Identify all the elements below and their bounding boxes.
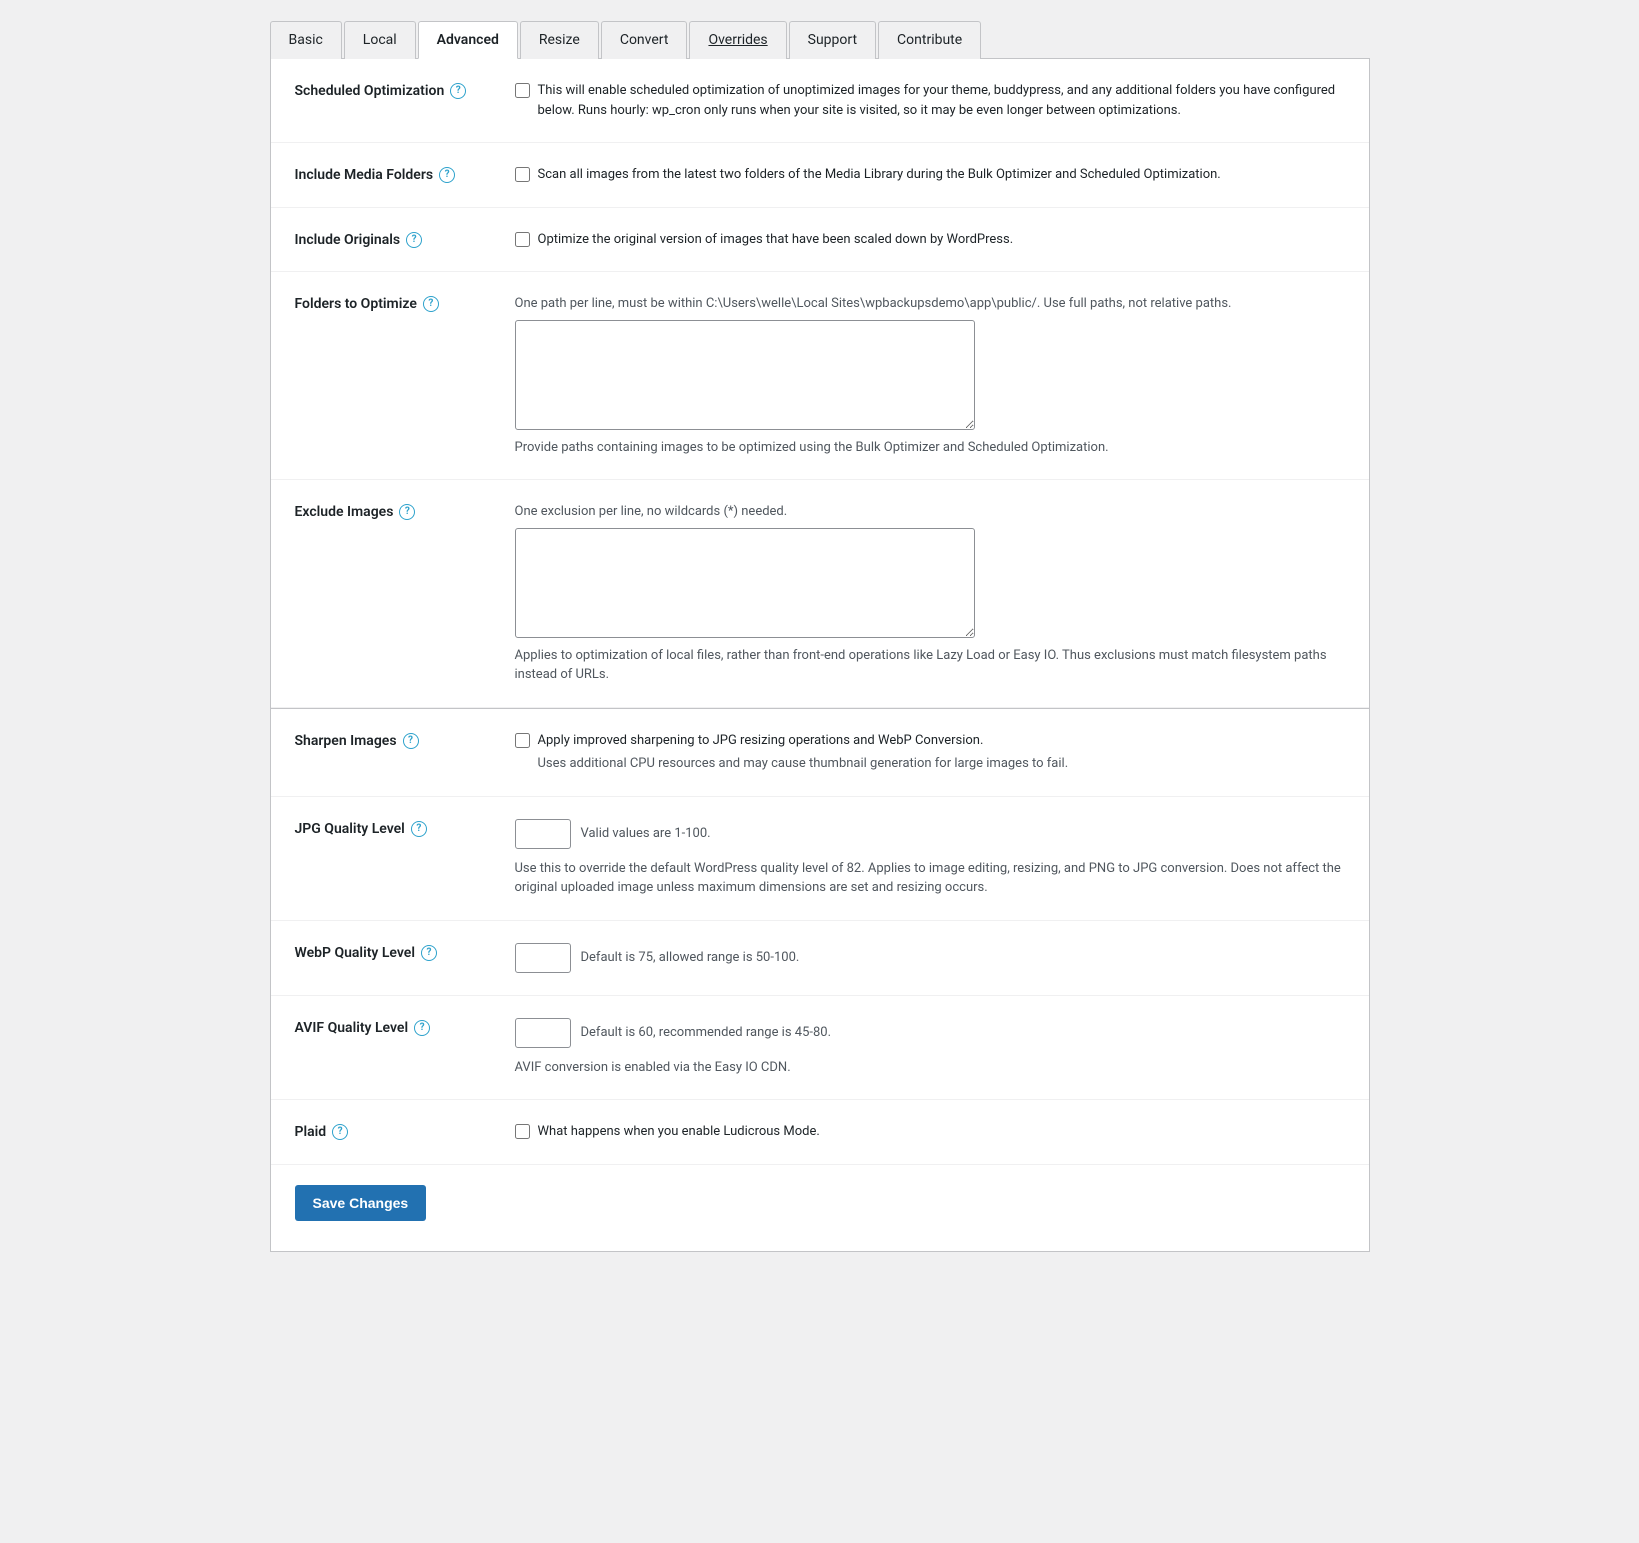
hint-jpg: Valid values are 1-100. — [581, 824, 711, 844]
content-webp: Default is 75, allowed range is 50-100. — [515, 943, 1345, 973]
help-icon-sharpen[interactable]: ? — [403, 733, 419, 749]
help-icon-exclude[interactable]: ? — [399, 504, 415, 520]
row-webp-quality: WebP Quality Level ? Default is 75, allo… — [271, 921, 1369, 996]
content-jpg: Valid values are 1-100. Use this to over… — [515, 819, 1345, 898]
tab-basic[interactable]: Basic — [270, 21, 342, 59]
content-plaid: What happens when you enable Ludicrous M… — [515, 1122, 1345, 1142]
label-plaid: Plaid ? — [295, 1122, 515, 1140]
hint-folders: One path per line, must be within C:\Use… — [515, 294, 1345, 314]
help-icon-jpg[interactable]: ? — [411, 821, 427, 837]
label-text-jpg: JPG Quality Level — [295, 821, 405, 837]
checkbox-row-plaid: What happens when you enable Ludicrous M… — [515, 1122, 1345, 1142]
row-plaid: Plaid ? What happens when you enable Lud… — [271, 1100, 1369, 1165]
label-text-sharpen: Sharpen Images — [295, 733, 397, 749]
row-folders-to-optimize: Folders to Optimize ? One path per line,… — [271, 272, 1369, 480]
label-text-folders: Folders to Optimize — [295, 296, 417, 312]
content-include-media: Scan all images from the latest two fold… — [515, 165, 1345, 185]
save-button[interactable]: Save Changes — [295, 1185, 427, 1221]
checkbox-row-sharpen: Apply improved sharpening to JPG resizin… — [515, 731, 1345, 751]
tab-resize[interactable]: Resize — [520, 21, 599, 59]
quality-row-webp: Default is 75, allowed range is 50-100. — [515, 943, 1345, 973]
tab-advanced[interactable]: Advanced — [418, 21, 518, 59]
quality-wrap-jpg: Valid values are 1-100. Use this to over… — [515, 819, 1345, 898]
desc-scheduled: This will enable scheduled optimization … — [538, 81, 1345, 120]
content-sharpen: Apply improved sharpening to JPG resizin… — [515, 731, 1345, 774]
label-text-exclude: Exclude Images — [295, 504, 394, 520]
tab-support[interactable]: Support — [789, 21, 876, 59]
desc-jpg: Use this to override the default WordPre… — [515, 859, 1345, 898]
footer-folders: Provide paths containing images to be op… — [515, 438, 1345, 458]
help-icon-include-media[interactable]: ? — [439, 167, 455, 183]
label-jpg-quality: JPG Quality Level ? — [295, 819, 515, 837]
help-icon-include-originals[interactable]: ? — [406, 232, 422, 248]
input-webp-quality[interactable] — [515, 943, 571, 973]
footer-row: Save Changes — [271, 1165, 1369, 1251]
tab-contribute[interactable]: Contribute — [878, 21, 981, 59]
quality-wrap-avif: Default is 60, recommended range is 45-8… — [515, 1018, 1345, 1078]
quality-row-jpg: Valid values are 1-100. — [515, 819, 711, 849]
label-text-scheduled: Scheduled Optimization — [295, 83, 445, 99]
label-include-media: Include Media Folders ? — [295, 165, 515, 183]
hint-avif: Default is 60, recommended range is 45-8… — [581, 1023, 832, 1043]
content-scheduled: This will enable scheduled optimization … — [515, 81, 1345, 120]
label-text-webp: WebP Quality Level — [295, 945, 415, 961]
input-avif-quality[interactable] — [515, 1018, 571, 1048]
label-exclude-images: Exclude Images ? — [295, 502, 515, 520]
row-avif-quality: AVIF Quality Level ? Default is 60, reco… — [271, 996, 1369, 1101]
checkbox-plaid[interactable] — [515, 1124, 530, 1139]
input-jpg-quality[interactable] — [515, 819, 571, 849]
tab-convert[interactable]: Convert — [601, 21, 688, 59]
desc-include-originals: Optimize the original version of images … — [538, 230, 1014, 250]
checkbox-include-originals[interactable] — [515, 232, 530, 247]
label-text-avif: AVIF Quality Level — [295, 1020, 409, 1036]
desc-avif: AVIF conversion is enabled via the Easy … — [515, 1058, 791, 1078]
checkbox-row-scheduled: This will enable scheduled optimization … — [515, 81, 1345, 120]
row-jpg-quality: JPG Quality Level ? Valid values are 1-1… — [271, 797, 1369, 921]
textarea-folders[interactable] — [515, 320, 975, 430]
desc-plaid: What happens when you enable Ludicrous M… — [538, 1122, 820, 1142]
label-avif-quality: AVIF Quality Level ? — [295, 1018, 515, 1036]
settings-card: Scheduled Optimization ? This will enabl… — [270, 59, 1370, 1252]
checkbox-scheduled[interactable] — [515, 83, 530, 98]
label-text-include-media: Include Media Folders — [295, 167, 434, 183]
row-scheduled-optimization: Scheduled Optimization ? This will enabl… — [271, 59, 1369, 143]
row-include-originals: Include Originals ? Optimize the origina… — [271, 208, 1369, 273]
page-wrap: Basic Local Advanced Resize Convert Over… — [250, 0, 1390, 1272]
label-webp-quality: WebP Quality Level ? — [295, 943, 515, 961]
row-exclude-images: Exclude Images ? One exclusion per line,… — [271, 480, 1369, 708]
hint-webp: Default is 75, allowed range is 50-100. — [581, 948, 800, 968]
row-sharpen-images: Sharpen Images ? Apply improved sharpeni… — [271, 708, 1369, 797]
row-include-media: Include Media Folders ? Scan all images … — [271, 143, 1369, 208]
desc-include-media: Scan all images from the latest two fold… — [538, 165, 1221, 185]
help-icon-plaid[interactable]: ? — [332, 1124, 348, 1140]
label-scheduled-optimization: Scheduled Optimization ? — [295, 81, 515, 99]
content-folders: One path per line, must be within C:\Use… — [515, 294, 1345, 457]
footer-exclude: Applies to optimization of local files, … — [515, 646, 1345, 685]
desc-sharpen-line1: Apply improved sharpening to JPG resizin… — [538, 731, 984, 751]
label-text-include-originals: Include Originals — [295, 232, 401, 248]
textarea-exclude[interactable] — [515, 528, 975, 638]
tab-local[interactable]: Local — [344, 21, 416, 59]
hint-exclude: One exclusion per line, no wildcards (*)… — [515, 502, 1345, 522]
checkbox-row-include-originals: Optimize the original version of images … — [515, 230, 1345, 250]
tab-overrides[interactable]: Overrides — [689, 21, 786, 59]
checkbox-sharpen[interactable] — [515, 733, 530, 748]
desc-sharpen-line2: Uses additional CPU resources and may ca… — [538, 754, 1345, 774]
help-icon-scheduled[interactable]: ? — [450, 83, 466, 99]
help-icon-folders[interactable]: ? — [423, 296, 439, 312]
checkbox-include-media[interactable] — [515, 167, 530, 182]
content-avif: Default is 60, recommended range is 45-8… — [515, 1018, 1345, 1078]
checkbox-row-include-media: Scan all images from the latest two fold… — [515, 165, 1345, 185]
help-icon-webp[interactable]: ? — [421, 945, 437, 961]
label-folders-to-optimize: Folders to Optimize ? — [295, 294, 515, 312]
label-include-originals: Include Originals ? — [295, 230, 515, 248]
quality-row-avif: Default is 60, recommended range is 45-8… — [515, 1018, 832, 1048]
tabs-bar: Basic Local Advanced Resize Convert Over… — [270, 20, 1370, 59]
content-include-originals: Optimize the original version of images … — [515, 230, 1345, 250]
label-text-plaid: Plaid — [295, 1124, 327, 1140]
label-sharpen: Sharpen Images ? — [295, 731, 515, 749]
content-exclude: One exclusion per line, no wildcards (*)… — [515, 502, 1345, 685]
help-icon-avif[interactable]: ? — [414, 1020, 430, 1036]
